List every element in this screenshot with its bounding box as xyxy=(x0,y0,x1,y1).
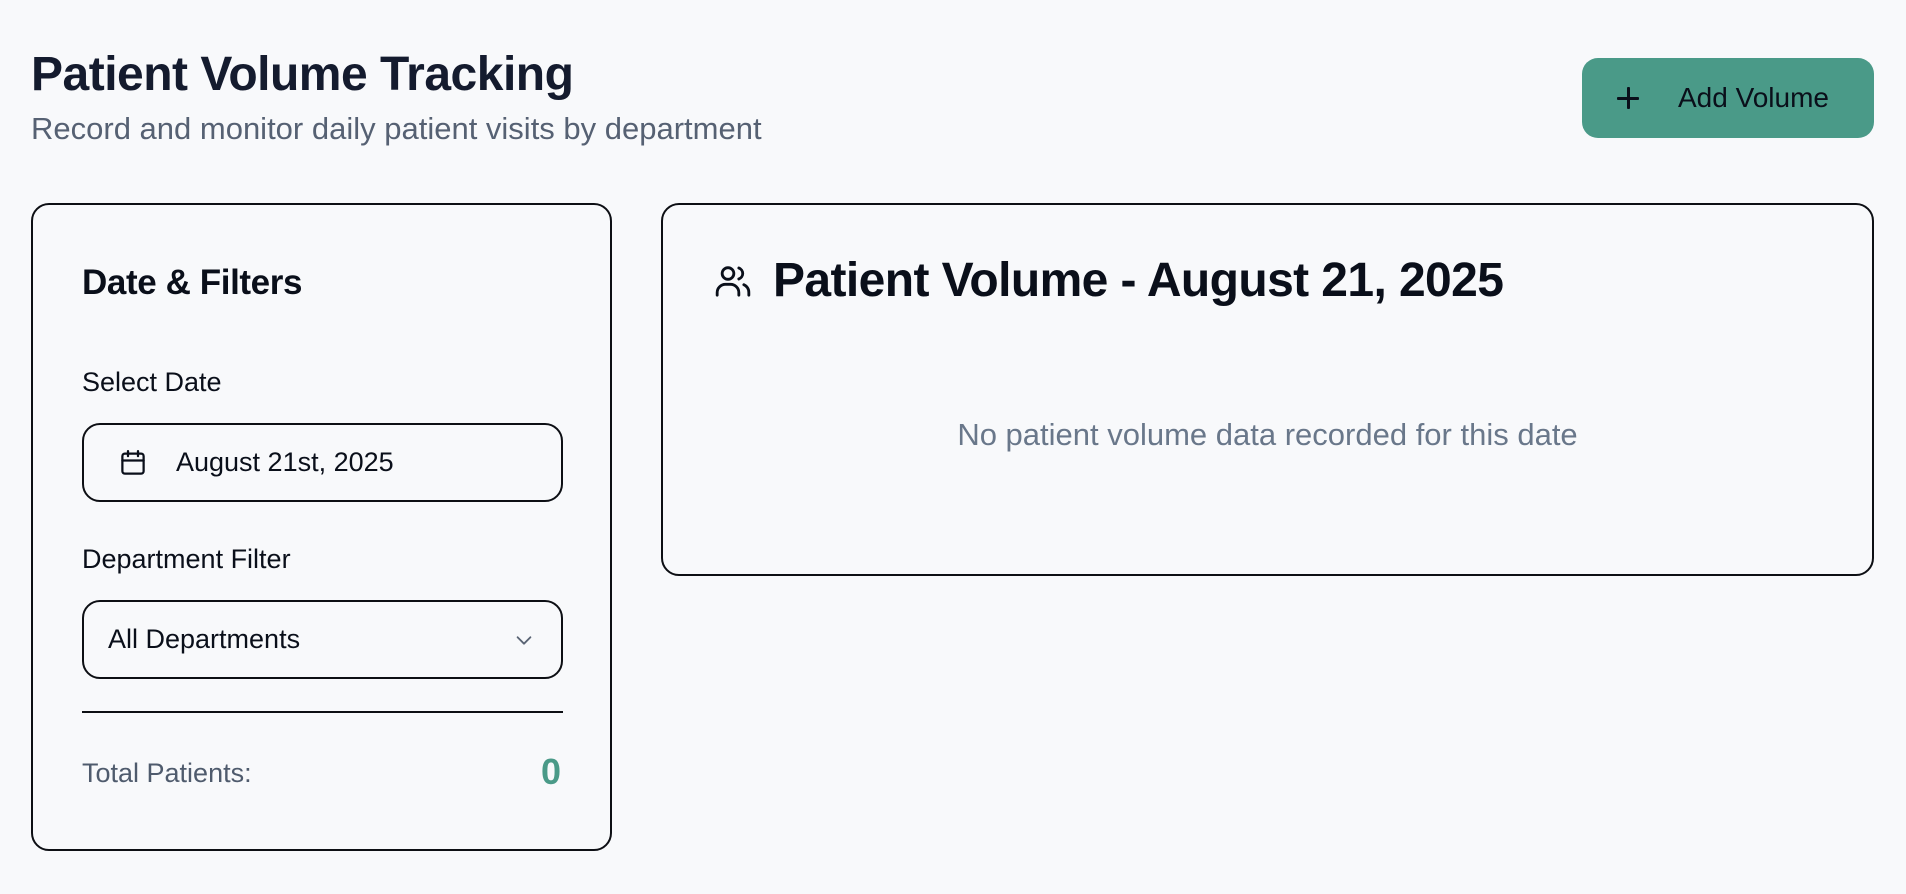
department-filter-label: Department Filter xyxy=(82,544,291,574)
department-select[interactable]: All Departments xyxy=(82,600,563,679)
page-subtitle: Record and monitor daily patient visits … xyxy=(31,111,762,146)
filters-title: Date & Filters xyxy=(82,263,303,302)
divider xyxy=(82,711,563,713)
page-title: Patient Volume Tracking xyxy=(31,48,574,101)
users-icon xyxy=(715,265,751,297)
total-patients-label: Total Patients: xyxy=(82,758,252,788)
patient-volume-card: Patient Volume - August 21, 2025 No pati… xyxy=(661,203,1874,576)
date-picker[interactable]: August 21st, 2025 xyxy=(82,423,563,502)
chevron-down-icon xyxy=(516,635,532,645)
add-volume-button[interactable]: Add Volume xyxy=(1582,58,1874,138)
filters-card: Date & Filters Select Date August 21st, … xyxy=(31,203,612,851)
page-header: Patient Volume Tracking Record and monit… xyxy=(31,48,762,148)
total-patients-value: 0 xyxy=(540,751,561,792)
department-value: All Departments xyxy=(108,624,301,654)
volume-header: Patient Volume - August 21, 2025 xyxy=(713,253,1504,308)
add-volume-label: Add Volume xyxy=(1678,82,1829,113)
calendar-icon xyxy=(121,449,145,475)
plus-icon xyxy=(1616,86,1640,110)
empty-state-message: No patient volume data recorded for this… xyxy=(957,417,1578,452)
date-value: August 21st, 2025 xyxy=(176,447,394,477)
select-date-label: Select Date xyxy=(82,367,222,397)
volume-title: Patient Volume - August 21, 2025 xyxy=(773,254,1504,307)
